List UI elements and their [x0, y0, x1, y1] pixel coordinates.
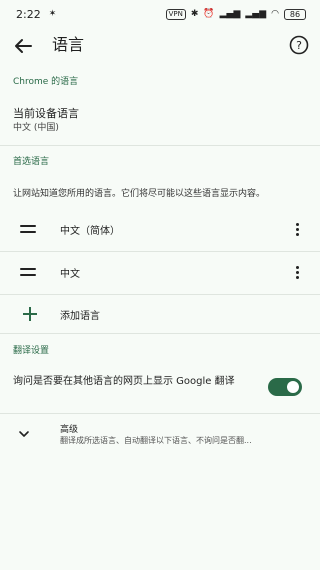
help-icon: ? — [289, 35, 309, 55]
add-language-label: 添加语言 — [60, 311, 100, 322]
divider — [0, 294, 320, 295]
back-button[interactable] — [10, 34, 36, 58]
translate-settings-header: 翻译设置 — [13, 346, 50, 356]
signal-icon: ▂▄▆ — [219, 9, 241, 19]
chevron-down-icon — [19, 431, 29, 437]
current-device-language-item[interactable]: 当前设备语言 中文 (中国) — [13, 106, 307, 135]
add-language-button[interactable]: 添加语言 — [0, 300, 320, 328]
svg-text:?: ? — [296, 39, 302, 52]
alarm-icon: ⏰ — [203, 9, 215, 19]
language-label: 中文（简体） — [60, 226, 120, 237]
notification-icon: ✶ — [48, 9, 57, 19]
current-device-language-value: 中文 (中国) — [13, 123, 59, 133]
divider — [0, 413, 320, 414]
toggle-knob — [287, 381, 299, 393]
preferred-language-header: 首选语言 — [13, 157, 50, 167]
bluetooth-icon: ✱ — [190, 9, 199, 19]
language-label: 中文 — [60, 269, 80, 280]
wifi-icon: ◠ — [271, 9, 279, 19]
translate-setting-label: 询问是否要在其他语言的网页上显示 Google 翻译 — [13, 376, 235, 387]
translate-toggle[interactable] — [268, 378, 302, 396]
signal-icon-2: ▂▄▆ — [245, 9, 267, 19]
app-bar: 语言 ? — [0, 28, 320, 64]
divider — [0, 333, 320, 334]
status-bar: 2:22 ✶ VPN ✱ ⏰ ▂▄▆ ▂▄▆ ◠ 86 — [0, 0, 320, 28]
help-button[interactable]: ? — [288, 34, 310, 56]
advanced-title: 高级 — [60, 425, 79, 435]
language-row: 中文 — [0, 252, 320, 292]
drag-handle-icon[interactable] — [20, 260, 38, 284]
status-time: 2:22 — [16, 7, 41, 21]
translate-setting-item[interactable]: 询问是否要在其他语言的网页上显示 Google 翻译 — [0, 370, 320, 408]
advanced-subtitle: 翻译成所选语言、自动翻译以下语言、不询问是否翻... — [60, 436, 252, 445]
divider — [0, 145, 320, 146]
arrow-left-icon — [15, 39, 32, 53]
vpn-icon: VPN — [165, 8, 186, 20]
more-options-icon[interactable] — [292, 218, 302, 240]
battery-icon: 86 — [284, 8, 306, 20]
drag-handle-icon[interactable] — [20, 217, 38, 241]
chrome-language-header: Chrome 的语言 — [13, 77, 79, 87]
preferred-language-description: 让网站知道您所用的语言。它们将尽可能以这些语言显示内容。 — [13, 189, 266, 199]
more-options-icon[interactable] — [292, 261, 302, 283]
current-device-language-title: 当前设备语言 — [13, 107, 79, 120]
page-title: 语言 — [52, 35, 85, 54]
advanced-item[interactable]: 高级 翻译成所选语言、自动翻译以下语言、不询问是否翻... — [0, 420, 320, 450]
plus-icon — [22, 306, 38, 322]
language-row: 中文（简体） — [0, 209, 320, 249]
